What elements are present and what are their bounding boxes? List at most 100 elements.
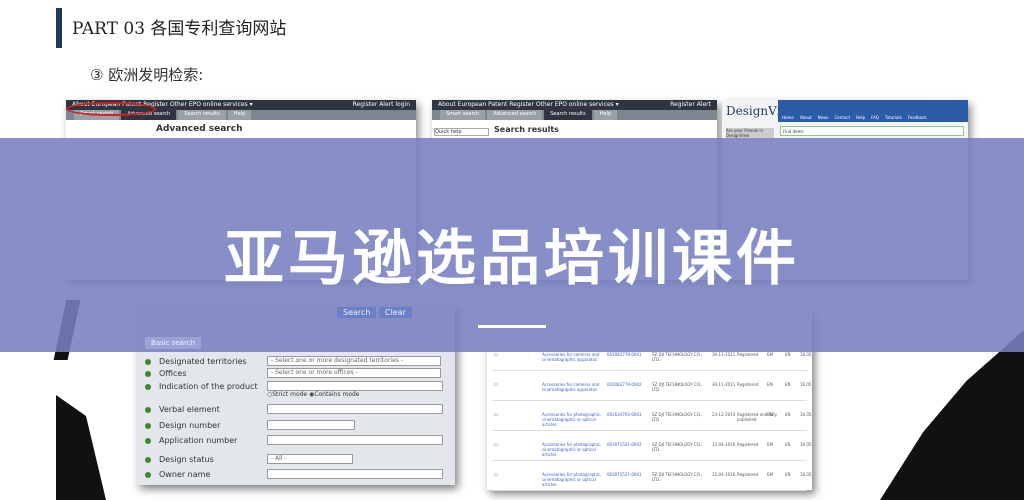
cell-number: 002082779-0001: [607, 352, 642, 357]
field-label: Owner name: [159, 470, 211, 479]
tab-results: Search results: [544, 110, 592, 120]
cell-cls: 16.05: [800, 442, 812, 447]
banner-title: 亚马逊选品培训课件: [224, 224, 800, 294]
help-icon: [145, 383, 151, 390]
cell-number: 002634793-0001: [607, 412, 642, 417]
help-icon: [145, 358, 151, 365]
tab-help: Help: [593, 110, 618, 120]
cell-lang: EN: [785, 352, 791, 357]
help-icon: [145, 406, 151, 413]
field-label: Design number: [159, 421, 221, 430]
field-label: Application number: [159, 436, 238, 445]
row-checkbox: ☐: [494, 442, 498, 447]
tab-advanced: Advanced search: [487, 110, 543, 120]
cell-product: Accessories for photographic, cinematogr…: [542, 442, 602, 457]
row-checkbox: ☐: [494, 412, 498, 417]
cell-owner: SZ DJI TECHNOLOGY CO., LTD.: [652, 472, 703, 482]
cell-owner: SZ DJI TECHNOLOGY CO., LTD.: [652, 382, 703, 392]
cell-office: EM: [767, 412, 773, 417]
cell-status: Registered: [737, 442, 759, 447]
cell-status: Registered: [737, 352, 759, 357]
cell-owner: SZ DJI TECHNOLOGY CO., LTD.: [652, 412, 703, 422]
find-items: Find items: [780, 126, 964, 136]
row-checkbox: ☐: [494, 352, 498, 357]
nav-left: About European Patent Register Other EPO…: [438, 101, 619, 108]
cell-status: Registered: [737, 472, 759, 477]
cell-status: Registered: [737, 382, 759, 387]
table-row: ☐ Accessories for photographic, cinematog…: [492, 430, 811, 461]
offices-select: - Select one or more offices -: [267, 368, 441, 378]
nav-item: FAQ: [871, 115, 879, 120]
nav-right: Register Alert: [670, 101, 711, 108]
row-checkbox: ☐: [494, 382, 498, 387]
cell-lang: EN: [785, 442, 791, 447]
cell-owner: SZ DJI TECHNOLOGY CO., LTD.: [652, 442, 703, 452]
title-accent-bar: [56, 8, 62, 48]
row-checkbox: ☐: [494, 472, 498, 477]
cell-date: 15-04-2016: [712, 442, 736, 447]
cell-date: 23-12-2014: [712, 412, 736, 417]
cell-cls: 16.05: [800, 382, 812, 387]
nav-item: About: [799, 115, 812, 120]
field-label: Designated territories: [159, 357, 247, 366]
cell-office: EM: [767, 382, 773, 387]
brush-decoration: [880, 330, 1024, 500]
cell-cls: 16.05: [800, 352, 812, 357]
field-label: Verbal element: [159, 405, 220, 414]
table-row: ☐ Accessories for cameras and cinematogra…: [492, 370, 811, 401]
contains-mode-radio: Contains mode: [314, 391, 360, 398]
tab-help: Help: [227, 110, 252, 120]
cell-product: Accessories for photographic, cinematogr…: [542, 412, 602, 427]
verbal-element-input: [267, 404, 443, 414]
cell-office: EM: [767, 472, 773, 477]
nav-item: Contact: [834, 115, 851, 120]
cell-cls: 16.05: [800, 472, 812, 477]
help-icon: [145, 471, 151, 478]
nav-right: Register Alert login: [352, 101, 410, 108]
cell-product: Accessories for photographic, cinematogr…: [542, 472, 602, 487]
highlight-oval: [66, 102, 156, 116]
shot-title: Advanced search: [156, 124, 243, 134]
cell-office: EM: [767, 352, 773, 357]
help-icon: [145, 370, 151, 377]
field-label: Indication of the product: [159, 382, 258, 391]
shot-title: Search results: [494, 125, 559, 134]
cell-date: 30-11-2011: [712, 382, 736, 387]
designated-territories-select: - Select one or more designated territor…: [267, 356, 441, 366]
field-label: Offices: [159, 369, 187, 378]
help-icon: [145, 422, 151, 429]
cell-lang: EN: [785, 412, 791, 417]
cell-lang: EN: [785, 472, 791, 477]
table-row: ☐ Accessories for photographic, cinematog…: [492, 460, 811, 491]
cell-date: 30-11-2011: [712, 352, 736, 357]
strict-mode-radio: Strict mode: [272, 391, 308, 398]
design-number-input: [267, 420, 355, 430]
nav-item: Tutorials: [884, 115, 902, 120]
nav-item: Feedback: [907, 115, 927, 120]
owner-name-input: [267, 469, 443, 479]
indication-input: [267, 381, 443, 391]
nav-item: News: [817, 115, 829, 120]
tab-results: Search results: [178, 110, 226, 120]
brush-decoration: [56, 395, 106, 500]
section-subtitle: ③ 欧洲发明检索:: [90, 66, 204, 84]
clear-button: Clear: [379, 307, 412, 318]
search-button: Search: [337, 307, 377, 318]
design-status-select: - All -: [267, 454, 353, 464]
section-title: PART 03 各国专利查询网站: [72, 19, 287, 39]
cell-number: 003071521-0002: [607, 442, 642, 447]
table-row: ☐ Accessories for photographic, cinematog…: [492, 400, 811, 431]
nav-item: Home: [782, 115, 794, 120]
designview-nav: Home About News Contact Help FAQ Tutorials Feed…: [778, 100, 968, 122]
help-icon: [145, 456, 151, 463]
help-icon: [145, 437, 151, 444]
cell-owner: SZ DJI TECHNOLOGY CO., LTD.: [652, 352, 703, 362]
cell-lang: EN: [785, 382, 791, 387]
quick-help: Quick help: [434, 128, 489, 136]
tab-basic-search: Basic search: [145, 337, 202, 349]
banner-underline: [478, 325, 546, 328]
cell-cls: 16.05: [800, 412, 812, 417]
cell-number: 002082779-0002: [607, 382, 642, 387]
side-box: Are your friends in DesignView: [726, 128, 774, 138]
cell-number: 003071521-0001: [607, 472, 642, 477]
